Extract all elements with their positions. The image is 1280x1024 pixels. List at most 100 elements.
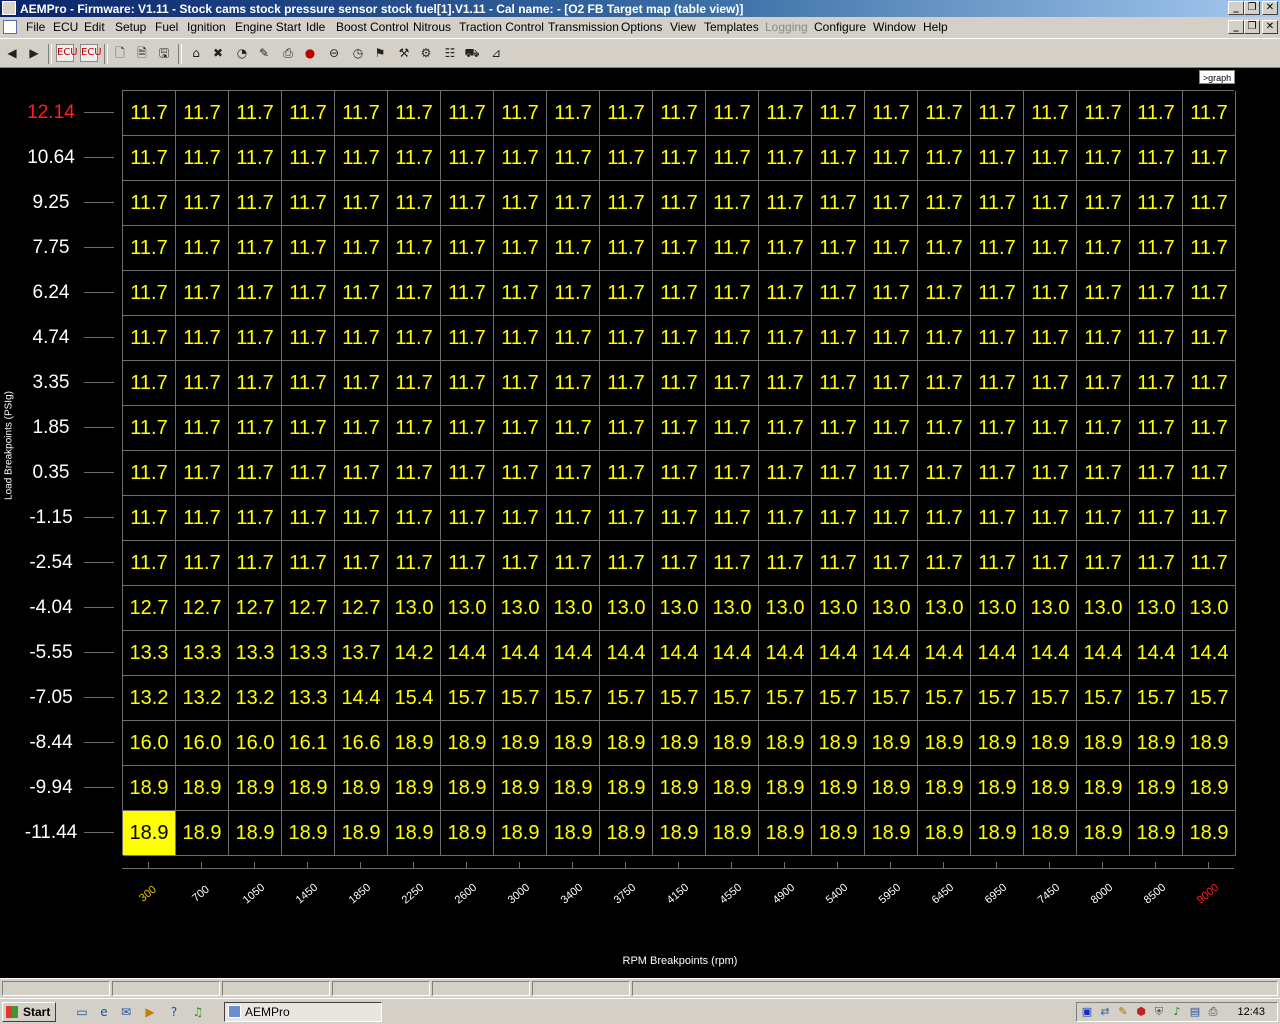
table-cell[interactable]: 11.7 [1183, 496, 1236, 541]
table-cell[interactable]: 11.7 [1130, 406, 1183, 451]
table-cell[interactable]: 11.7 [123, 226, 176, 271]
table-cell[interactable]: 18.9 [918, 766, 971, 811]
table-cell[interactable]: 18.9 [1024, 721, 1077, 766]
row-label[interactable]: -7.05 [20, 687, 82, 709]
table-cell[interactable]: 14.4 [812, 631, 865, 676]
table-cell[interactable]: 11.7 [918, 136, 971, 181]
table-cell[interactable]: 15.7 [865, 676, 918, 721]
monitor-icon[interactable]: ▣ [1080, 1005, 1094, 1019]
column-label[interactable]: 4150 [659, 877, 697, 912]
table-cell[interactable]: 15.7 [547, 676, 600, 721]
table-cell[interactable]: 11.7 [388, 226, 441, 271]
table-cell[interactable]: 18.9 [388, 811, 441, 856]
table-cell[interactable]: 13.0 [759, 586, 812, 631]
table-cell[interactable]: 11.7 [494, 271, 547, 316]
table-cell[interactable]: 15.7 [812, 676, 865, 721]
table-cell[interactable]: 11.7 [600, 406, 653, 451]
table-cell[interactable]: 11.7 [1024, 181, 1077, 226]
table-cell[interactable]: 11.7 [1077, 136, 1130, 181]
table-cell[interactable]: 11.7 [335, 316, 388, 361]
table-cell[interactable]: 18.9 [1077, 811, 1130, 856]
table-cell[interactable]: 18.9 [759, 721, 812, 766]
close-button[interactable]: ✕ [1262, 1, 1278, 15]
flag-icon[interactable]: ⚑ [370, 43, 390, 63]
table-cell[interactable]: 14.4 [441, 631, 494, 676]
table-cell[interactable]: 11.7 [865, 406, 918, 451]
table-cell[interactable]: 11.7 [123, 361, 176, 406]
doc-minimize-button[interactable]: _ [1228, 20, 1244, 34]
table-cell[interactable]: 11.7 [1130, 451, 1183, 496]
table-cell[interactable]: 18.9 [1183, 721, 1236, 766]
table-cell[interactable]: 18.9 [494, 811, 547, 856]
table-cell[interactable]: 11.7 [494, 361, 547, 406]
column-label[interactable]: 5400 [818, 877, 856, 912]
printer-icon[interactable]: ⎙ [278, 43, 298, 63]
table-cell[interactable]: 11.7 [123, 406, 176, 451]
table-cell[interactable]: 11.7 [918, 226, 971, 271]
table-cell[interactable]: 11.7 [388, 181, 441, 226]
home-icon[interactable]: ⌂ [186, 43, 206, 63]
table-cell[interactable]: 11.7 [971, 361, 1024, 406]
table-cell[interactable]: 14.2 [388, 631, 441, 676]
table-cell[interactable]: 13.0 [653, 586, 706, 631]
table-cell[interactable]: 18.9 [1130, 811, 1183, 856]
table-cell[interactable]: 11.7 [918, 451, 971, 496]
table-cell[interactable]: 13.3 [176, 631, 229, 676]
table-cell[interactable]: 11.7 [441, 226, 494, 271]
table-cell[interactable]: 18.9 [176, 811, 229, 856]
table-cell[interactable]: 14.4 [600, 631, 653, 676]
table-cell[interactable]: 11.7 [123, 91, 176, 136]
table-cell[interactable]: 11.7 [865, 361, 918, 406]
table-cell[interactable]: 11.7 [759, 271, 812, 316]
table-cell[interactable]: 11.7 [441, 541, 494, 586]
gauge-icon[interactable]: ◔ [232, 43, 252, 63]
table-cell[interactable]: 11.7 [282, 316, 335, 361]
table-cell[interactable]: 11.7 [547, 541, 600, 586]
table-cell[interactable]: 11.7 [229, 496, 282, 541]
table-cell[interactable]: 11.7 [176, 136, 229, 181]
table-cell[interactable]: 13.0 [547, 586, 600, 631]
row-label[interactable]: 7.75 [20, 237, 82, 259]
table-cell[interactable]: 13.7 [335, 631, 388, 676]
table-cell[interactable]: 18.9 [123, 811, 176, 856]
table-cell[interactable]: 18.9 [918, 811, 971, 856]
column-label[interactable]: 6950 [977, 877, 1015, 912]
table-cell[interactable]: 14.4 [759, 631, 812, 676]
table-cell[interactable]: 11.7 [1130, 181, 1183, 226]
table-cell[interactable]: 11.7 [123, 541, 176, 586]
table-cell[interactable]: 11.7 [123, 181, 176, 226]
table-cell[interactable]: 11.7 [335, 541, 388, 586]
table-cell[interactable]: 11.7 [759, 496, 812, 541]
table-cell[interactable]: 11.7 [388, 541, 441, 586]
table-cell[interactable]: 13.3 [123, 631, 176, 676]
table-cell[interactable]: 11.7 [388, 91, 441, 136]
row-label[interactable]: -5.55 [20, 642, 82, 664]
table-cell[interactable]: 11.7 [1077, 271, 1130, 316]
table-cell[interactable]: 11.7 [971, 226, 1024, 271]
table-cell[interactable]: 11.7 [812, 361, 865, 406]
table-cell[interactable]: 11.7 [282, 226, 335, 271]
table-cell[interactable]: 11.7 [706, 406, 759, 451]
table-cell[interactable]: 11.7 [282, 361, 335, 406]
table-cell[interactable]: 11.7 [812, 226, 865, 271]
column-label[interactable]: 9000 [1189, 877, 1227, 912]
table-cell[interactable]: 18.9 [600, 721, 653, 766]
table-cell[interactable]: 11.7 [494, 316, 547, 361]
table-cell[interactable]: 11.7 [653, 451, 706, 496]
table-cell[interactable]: 13.0 [1077, 586, 1130, 631]
table-cell[interactable]: 18.9 [441, 811, 494, 856]
table-cell[interactable]: 11.7 [1130, 136, 1183, 181]
table-cell[interactable]: 11.7 [229, 271, 282, 316]
table-cell[interactable]: 11.7 [441, 136, 494, 181]
table-cell[interactable]: 18.9 [176, 766, 229, 811]
table-cell[interactable]: 14.4 [1024, 631, 1077, 676]
table-cell[interactable]: 11.7 [1077, 541, 1130, 586]
row-label[interactable]: -9.94 [20, 777, 82, 799]
table-cell[interactable]: 11.7 [653, 226, 706, 271]
table-cell[interactable]: 11.7 [229, 541, 282, 586]
table-cell[interactable]: 11.7 [865, 181, 918, 226]
menu-configure[interactable]: Configure [814, 20, 866, 34]
table-cell[interactable]: 16.1 [282, 721, 335, 766]
menu-options[interactable]: Options [621, 20, 662, 34]
table-cell[interactable]: 11.7 [494, 451, 547, 496]
